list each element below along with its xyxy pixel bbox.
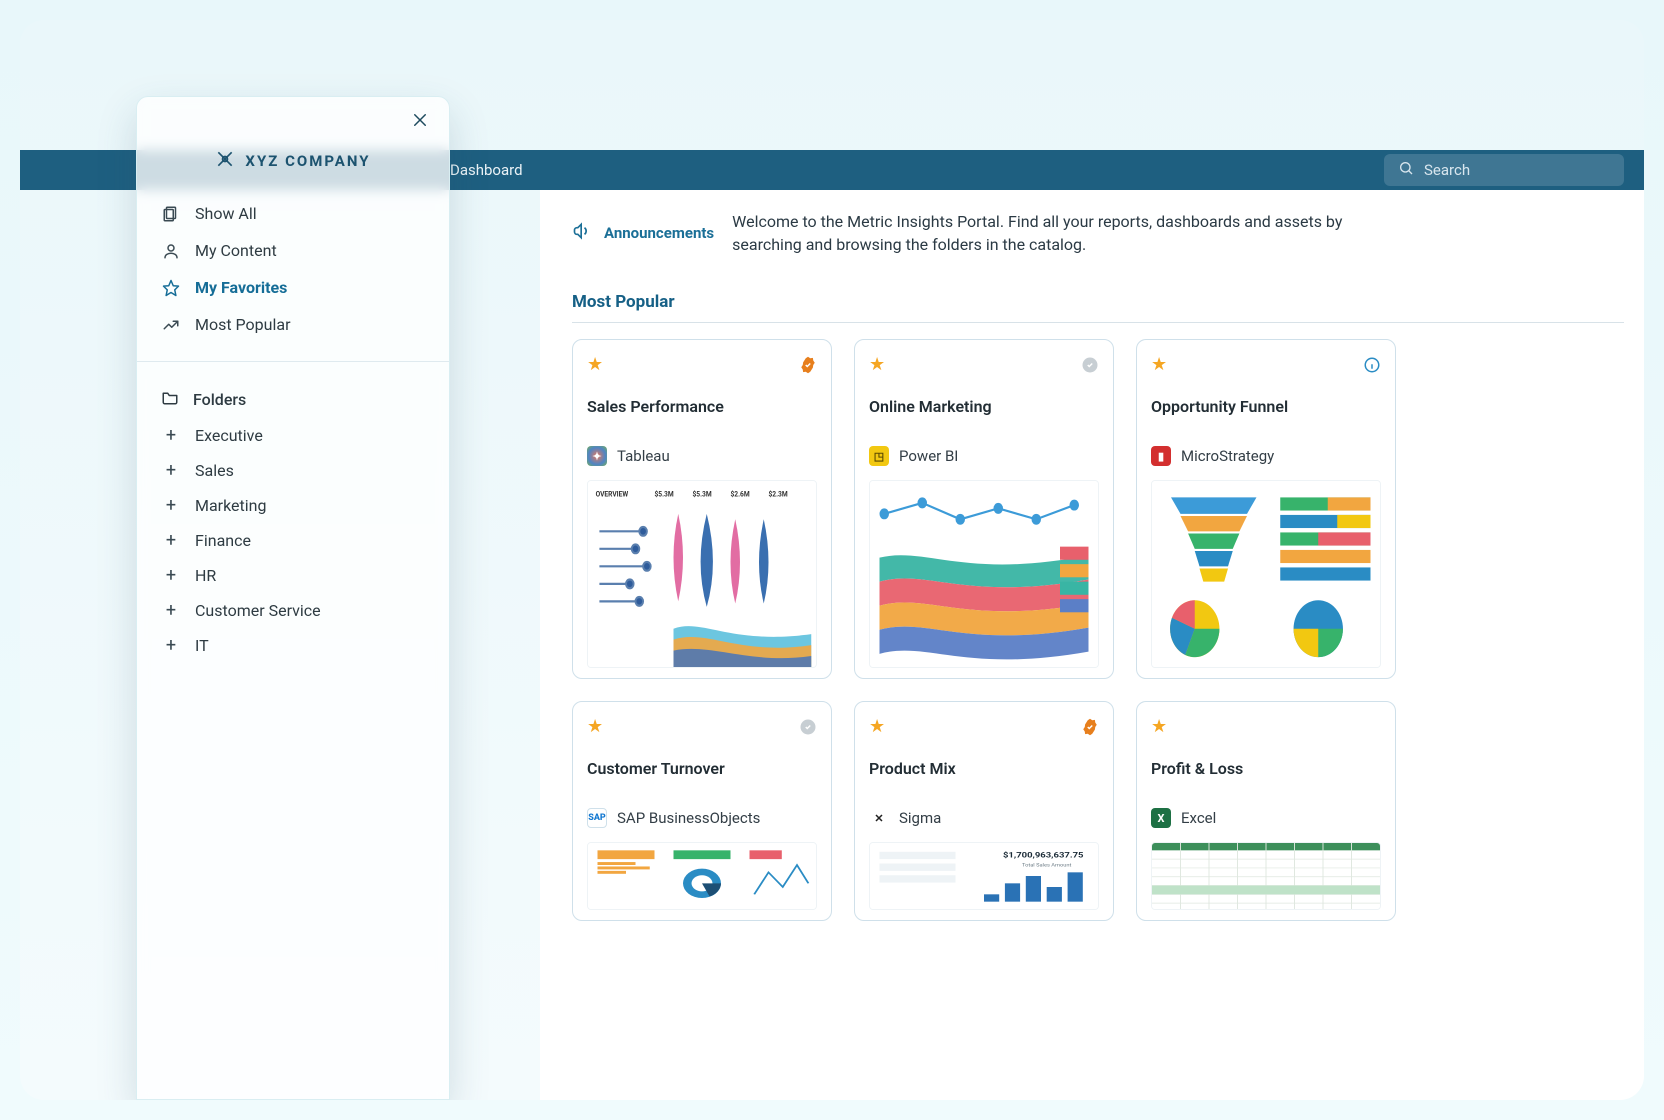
card-source: X Excel [1151,808,1381,828]
card-product-mix[interactable]: ★ Product Mix ✕ Sigma $1,700,963,637.75 … [854,701,1114,921]
plus-icon: + [161,602,181,620]
app-frame: Dashboard Search Announcements Welcome t… [20,20,1644,1100]
star-outline-icon [161,279,181,297]
star-icon[interactable]: ★ [1151,716,1167,737]
plus-icon: + [161,637,181,655]
card-thumbnail [869,480,1099,668]
verified-badge-icon [1081,718,1099,736]
search-input[interactable]: Search [1384,154,1624,186]
plus-icon: + [161,567,181,585]
main-content: Announcements Welcome to the Metric Insi… [540,190,1644,1100]
star-icon[interactable]: ★ [869,354,885,375]
trend-up-icon [161,316,181,334]
svg-text:$2.3M: $2.3M [769,489,788,499]
sap-icon: SAP [587,808,607,828]
sidebar-item-most-popular[interactable]: Most Popular [157,306,429,343]
star-icon[interactable]: ★ [587,354,603,375]
megaphone-icon [572,221,592,245]
card-title: Product Mix [869,759,1099,778]
sigma-icon: ✕ [869,808,889,828]
folder-icon [161,388,179,410]
star-icon[interactable]: ★ [1151,354,1167,375]
page-title: Dashboard [450,161,523,179]
card-source: ✦ Tableau [587,446,817,466]
card-thumbnail: $1,700,963,637.75 Total Sales Amount [869,842,1099,910]
folder-it[interactable]: + IT [157,628,429,663]
card-title: Opportunity Funnel [1151,397,1381,416]
sidebar-nav-primary: Show All My Content My Favorites Most Po… [137,195,449,362]
info-badge-icon [1363,356,1381,374]
card-title: Online Marketing [869,397,1099,416]
card-title: Profit & Loss [1151,759,1381,778]
star-icon[interactable]: ★ [587,716,603,737]
card-source: ◳ Power BI [869,446,1099,466]
svg-text:Total Sales Amount: Total Sales Amount [1022,863,1072,868]
announcements-row: Announcements Welcome to the Metric Insi… [572,210,1644,256]
brand-mark-icon [215,149,235,173]
sidebar-item-my-favorites[interactable]: My Favorites [157,269,429,306]
svg-text:$1,700,963,637.75: $1,700,963,637.75 [1003,851,1084,861]
sidebar-folders: Folders + Executive + Sales + Marketing … [137,362,449,681]
card-source: ✕ Sigma [869,808,1099,828]
microstrategy-icon: ▮ [1151,446,1171,466]
folder-executive[interactable]: + Executive [157,418,429,453]
documents-icon [161,205,181,223]
plus-icon: + [161,462,181,480]
folder-finance[interactable]: + Finance [157,523,429,558]
pending-badge-icon [799,718,817,736]
svg-text:$5.3M: $5.3M [655,489,674,499]
card-opportunity-funnel[interactable]: ★ Opportunity Funnel ▮ MicroStrategy [1136,339,1396,679]
svg-text:OVERVIEW: OVERVIEW [596,489,629,499]
verified-badge-icon [799,356,817,374]
announcements-text: Welcome to the Metric Insights Portal. F… [732,210,1352,256]
section-title-most-popular: Most Popular [572,292,1624,323]
card-source: SAP SAP BusinessObjects [587,808,817,828]
card-thumbnail [587,842,817,910]
card-profit-loss[interactable]: ★ Profit & Loss X Excel [1136,701,1396,921]
card-sales-performance[interactable]: ★ Sales Performance ✦ Tableau OVERVIEW $… [572,339,832,679]
brand-logo: XYZ COMPANY [137,149,449,173]
card-source: ▮ MicroStrategy [1151,446,1381,466]
card-thumbnail [1151,842,1381,910]
folder-sales[interactable]: + Sales [157,453,429,488]
powerbi-icon: ◳ [869,446,889,466]
card-online-marketing[interactable]: ★ Online Marketing ◳ Power BI [854,339,1114,679]
plus-icon: + [161,427,181,445]
sidebar-item-show-all[interactable]: Show All [157,195,429,232]
star-icon[interactable]: ★ [869,716,885,737]
announcements-label: Announcements [572,221,714,245]
folders-header[interactable]: Folders [157,380,429,418]
card-thumbnail [1151,480,1381,668]
svg-text:$2.6M: $2.6M [731,489,750,499]
sidebar-item-my-content[interactable]: My Content [157,232,429,269]
cards-grid: ★ Sales Performance ✦ Tableau OVERVIEW $… [572,339,1644,921]
user-icon [161,242,181,260]
plus-icon: + [161,497,181,515]
plus-icon: + [161,532,181,550]
search-placeholder: Search [1424,161,1470,179]
excel-icon: X [1151,808,1171,828]
card-title: Sales Performance [587,397,817,416]
folder-hr[interactable]: + HR [157,558,429,593]
folder-marketing[interactable]: + Marketing [157,488,429,523]
folder-customer-service[interactable]: + Customer Service [157,593,429,628]
close-button[interactable] [411,111,433,133]
card-title: Customer Turnover [587,759,817,778]
svg-text:$5.3M: $5.3M [693,489,712,499]
pending-badge-icon [1081,356,1099,374]
tableau-icon: ✦ [587,446,607,466]
card-thumbnail: OVERVIEW $5.3M $5.3M $2.6M $2.3M [587,480,817,668]
search-icon [1398,160,1414,180]
no-badge [1363,718,1381,736]
card-customer-turnover[interactable]: ★ Customer Turnover SAP SAP BusinessObje… [572,701,832,921]
sidebar-panel: XYZ COMPANY Show All My Content My Favor… [136,96,450,1100]
